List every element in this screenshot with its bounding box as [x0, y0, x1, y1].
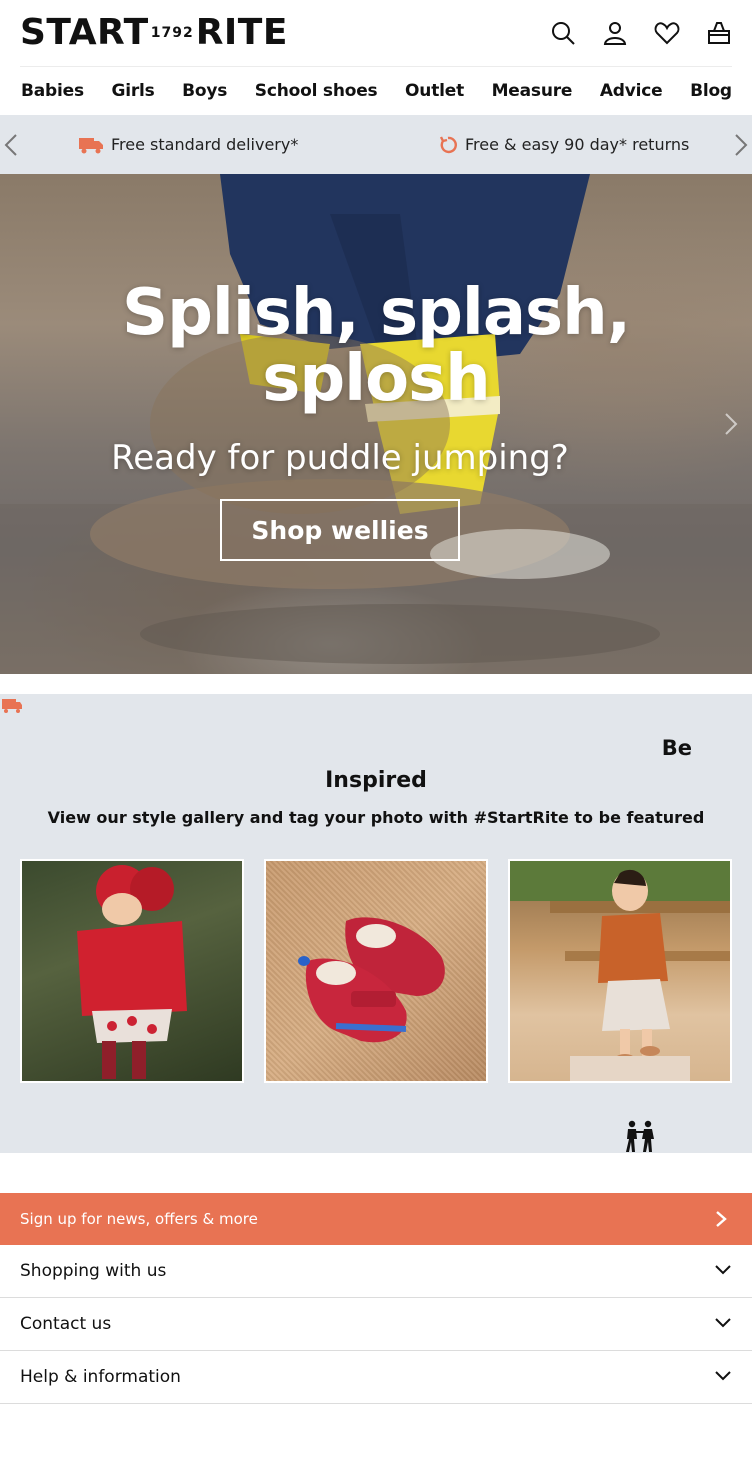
chevron-down-icon [715, 1318, 731, 1328]
nav-blog[interactable]: Blog [690, 81, 732, 101]
delivery-van-icon [79, 137, 103, 153]
gallery-photo-children-hugging [77, 865, 187, 1079]
promo-carousel: Free standard delivery* Free & easy 90 d… [0, 115, 752, 174]
accordion-shopping-with-us[interactable]: Shopping with us [0, 1245, 752, 1298]
chevron-down-icon [715, 1265, 731, 1275]
account-icon[interactable] [602, 20, 628, 46]
returns-arrow-icon [439, 135, 457, 153]
search-icon[interactable] [550, 20, 576, 46]
shop-wellies-button[interactable]: Shop wellies [220, 499, 460, 561]
nav-advice[interactable]: Advice [600, 81, 663, 101]
nav-outlet[interactable]: Outlet [405, 81, 464, 101]
chevron-right-icon [716, 1211, 727, 1227]
header-actions [550, 20, 732, 46]
hero-title: Splish, splash, splosh [0, 280, 752, 412]
accordion-label: Help & information [20, 1367, 181, 1387]
site-header: START 1792 RITE [0, 0, 752, 66]
wishlist-heart-icon[interactable] [654, 20, 680, 46]
accordion-contact-us[interactable]: Contact us [0, 1298, 752, 1351]
start-rite-logo[interactable]: START 1792 RITE [20, 13, 288, 53]
nav-babies[interactable]: Babies [21, 81, 84, 101]
hero-subtitle: Ready for puddle jumping? [111, 438, 569, 478]
accordion-help-information[interactable]: Help & information [0, 1351, 752, 1404]
gallery-photo-3[interactable] [508, 859, 732, 1083]
promo-delivery-text: Free standard delivery* [111, 135, 299, 154]
hero-photo-wellies [0, 174, 752, 674]
delivery-van-icon [2, 699, 22, 713]
logo-start: START [20, 12, 149, 53]
gallery-photo-2[interactable] [264, 859, 488, 1083]
inspired-subtitle: View our style gallery and tag your phot… [47, 808, 705, 827]
walking-children-icon [626, 1120, 654, 1152]
accordion-label: Shopping with us [20, 1261, 167, 1281]
basket-icon[interactable] [706, 20, 732, 46]
logo-year: 1792 [150, 25, 194, 41]
promo-returns-text: Free & easy 90 day* returns [465, 135, 690, 154]
nav-measure[interactable]: Measure [492, 81, 573, 101]
nav-school-shoes[interactable]: School shoes [255, 81, 378, 101]
nav-boys[interactable]: Boys [182, 81, 227, 101]
style-gallery [20, 859, 732, 1083]
gallery-photo-toddler-walking [510, 861, 730, 1081]
gallery-photo-1[interactable] [20, 859, 244, 1083]
promo-returns[interactable]: Free & easy 90 day* returns [439, 115, 689, 174]
hero-next-icon[interactable] [724, 412, 738, 436]
chevron-right-icon[interactable] [730, 133, 750, 157]
hero-title-line2: splosh [262, 342, 490, 416]
inspired-be: Be [661, 736, 692, 760]
inspired-title: Inspired [325, 768, 427, 793]
inspired-section: Be Inspired View our style gallery and t… [0, 694, 752, 1153]
signup-text: Sign up for news, offers & more [20, 1210, 258, 1228]
hero-title-line1: Splish, splash, [121, 276, 631, 350]
nav-girls[interactable]: Girls [111, 81, 154, 101]
hero-banner[interactable]: Splish, splash, splosh Ready for puddle … [0, 174, 752, 674]
promo-delivery[interactable]: Free standard delivery* [79, 115, 298, 174]
main-nav: Babies Girls Boys School shoes Outlet Me… [0, 67, 752, 115]
newsletter-signup-bar[interactable]: Sign up for news, offers & more [0, 1193, 752, 1245]
accordion-label: Contact us [20, 1314, 112, 1334]
gallery-photo-red-shoes [298, 917, 445, 1043]
logo-rite: RITE [195, 12, 288, 53]
chevron-left-icon[interactable] [2, 133, 22, 157]
chevron-down-icon [715, 1371, 731, 1381]
